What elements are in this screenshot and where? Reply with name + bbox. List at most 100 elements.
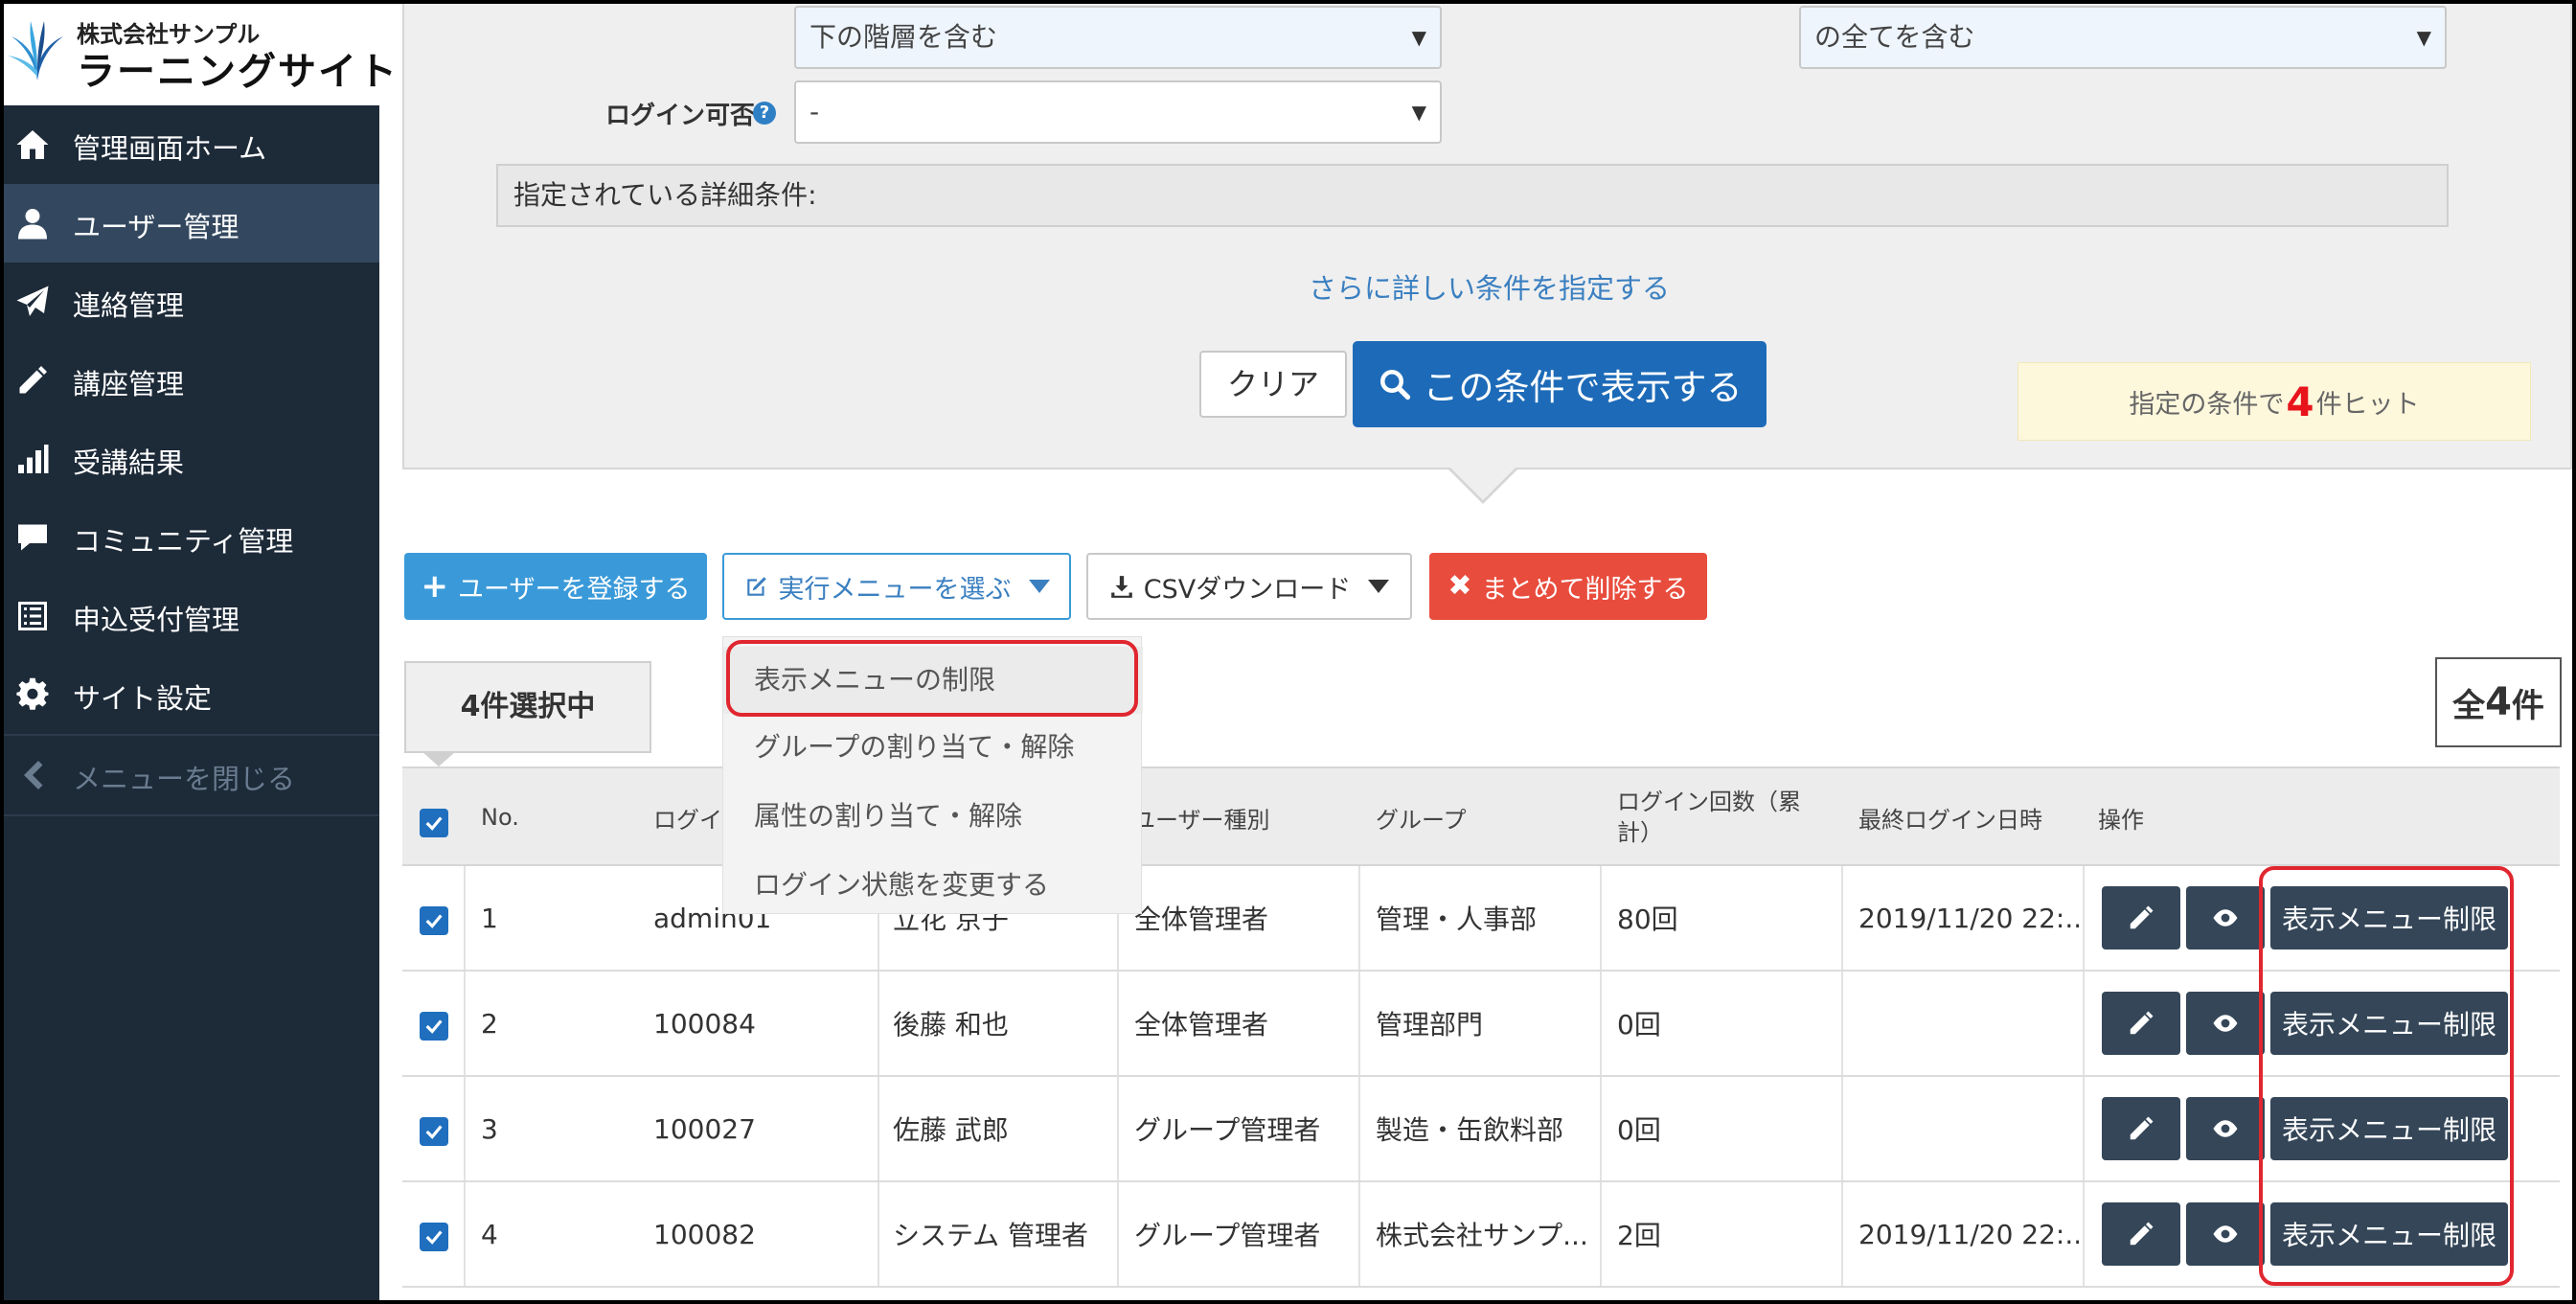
action-menu-dropdown: 表示メニューの制限 グループの割り当て・解除 属性の割り当て・解除 ログイン状態…: [722, 636, 1143, 914]
cell-last-login: [1858, 972, 2079, 1075]
comment-icon: [13, 518, 52, 557]
cell-no: 2: [481, 1007, 498, 1040]
pencil-icon: [2130, 905, 2154, 929]
hit-prefix: 指定の条件で: [2129, 389, 2285, 420]
row-checkbox[interactable]: [420, 1012, 448, 1041]
close-menu-button[interactable]: メニューを閉じる: [0, 736, 379, 814]
hierarchy-select[interactable]: 下の階層を含む ▼: [794, 6, 1442, 69]
bulk-delete-label: まとめて削除する: [1481, 574, 1689, 605]
pencil-icon: [13, 361, 52, 400]
edit-button[interactable]: [2102, 1097, 2180, 1160]
action-menu-label: 実行メニューを選ぶ: [778, 574, 1012, 605]
cell-login-count: 80回: [1617, 904, 1678, 935]
list-icon: [13, 597, 52, 635]
col-no[interactable]: No.: [481, 768, 519, 866]
nav-label: サイト設定: [73, 682, 213, 715]
row-checkbox[interactable]: [420, 1117, 448, 1146]
nav-item-home[interactable]: 管理画面ホーム: [0, 105, 379, 184]
paper-plane-icon: [13, 283, 52, 321]
menu-item-display-restriction[interactable]: 表示メニューの制限: [723, 647, 1143, 714]
edit-button[interactable]: [2102, 992, 2180, 1055]
cell-divider: [1841, 866, 1843, 970]
nav-label: 申込受付管理: [73, 604, 240, 636]
action-menu-button[interactable]: 実行メニューを選ぶ: [722, 553, 1071, 620]
nav-item-results[interactable]: 受講結果: [0, 420, 379, 498]
nav-label: コミュニティ管理: [73, 525, 294, 558]
cell-user-type: 全体管理者: [1134, 1009, 1269, 1041]
dropdown-arrow-icon: ▼: [1411, 101, 1426, 124]
row-checkbox[interactable]: [420, 906, 448, 935]
total-count: 4: [2485, 680, 2512, 724]
cell-name: システム 管理者: [893, 1220, 1089, 1251]
view-button[interactable]: [2186, 886, 2265, 949]
times-icon: ✖: [1448, 569, 1472, 603]
match-select[interactable]: の全てを含む ▼: [1799, 6, 2447, 69]
home-icon: [13, 126, 52, 164]
nav-item-community[interactable]: コミュニティ管理: [0, 498, 379, 577]
col-operations: 操作: [2098, 806, 2144, 834]
col-user-type[interactable]: ユーザー種別: [1132, 768, 1270, 866]
nav-item-courses[interactable]: 講座管理: [0, 341, 379, 420]
dropdown-arrow-icon: ▼: [2416, 26, 2431, 49]
login-permission-value: -: [809, 96, 820, 127]
col-group[interactable]: グループ: [1376, 768, 1467, 866]
sidebar: 株式会社サンプル ラーニングサイト 管理画面ホーム ユーザー管理 連絡管理 講座…: [0, 0, 397, 1304]
pencil-icon: [2130, 1116, 2154, 1140]
menu-item-attribute-assign[interactable]: 属性の割り当て・解除: [723, 783, 1143, 850]
cell-divider: [2083, 1077, 2085, 1180]
cell-no: 4: [481, 1218, 498, 1250]
restrict-menu-button[interactable]: 表示メニュー制限: [2270, 1097, 2508, 1160]
select-all-checkbox[interactable]: [420, 809, 448, 837]
selected-count: 4件選択中: [404, 661, 651, 753]
menu-item-login-status[interactable]: ログイン状態を変更する: [723, 852, 1143, 919]
col-login-count[interactable]: ログイン回数（累計）: [1617, 768, 1818, 866]
edit-button[interactable]: [2102, 886, 2180, 949]
check-icon: [425, 1019, 443, 1034]
site-logo[interactable]: 株式会社サンプル ラーニングサイト: [0, 0, 397, 105]
logo-mark-icon: [8, 21, 63, 80]
help-icon[interactable]: ?: [753, 102, 776, 125]
cell-group: 管理部門: [1376, 1009, 1484, 1041]
restrict-menu-button[interactable]: 表示メニュー制限: [2270, 1202, 2508, 1266]
cell-divider: [1600, 972, 1602, 1075]
row-checkbox[interactable]: [420, 1223, 448, 1251]
panel-caret-inner: [1448, 466, 1517, 500]
nav-item-users[interactable]: ユーザー管理: [0, 184, 379, 263]
cell-divider: [2083, 972, 2085, 1075]
menu-item-group-assign[interactable]: グループの割り当て・解除: [723, 714, 1143, 781]
selected-caret: [422, 751, 456, 766]
cell-divider: [878, 1077, 879, 1180]
csv-download-button[interactable]: CSVダウンロード: [1086, 553, 1412, 620]
pencil-icon: [2130, 1011, 2154, 1035]
view-button[interactable]: [2186, 992, 2265, 1055]
site-name: ラーニングサイト: [77, 50, 399, 94]
restrict-menu-button[interactable]: 表示メニュー制限: [2270, 886, 2508, 949]
nav-item-messages[interactable]: 連絡管理: [0, 263, 379, 341]
total-prefix: 全: [2452, 686, 2486, 725]
view-button[interactable]: [2186, 1202, 2265, 1266]
nav-label: 管理画面ホーム: [73, 132, 267, 165]
restrict-menu-button[interactable]: 表示メニュー制限: [2270, 992, 2508, 1055]
edit-square-icon: [746, 577, 766, 596]
more-conditions-link[interactable]: さらに詳しい条件を指定する: [1309, 266, 1670, 307]
search-button[interactable]: この条件で表示する: [1353, 341, 1767, 427]
view-button[interactable]: [2186, 1097, 2265, 1160]
table-row: 2 100084 後藤 和也 全体管理者 管理部門 0回 表示メニュー制限: [402, 972, 2560, 1077]
caret-down-icon: [1368, 580, 1390, 593]
col-login-id[interactable]: ログイ: [653, 768, 722, 866]
login-permission-select[interactable]: - ▼: [794, 80, 1442, 144]
nav-item-settings[interactable]: サイト設定: [0, 655, 379, 734]
register-user-button[interactable]: + ユーザーを登録する: [404, 553, 707, 620]
cell-divider: [1117, 1182, 1119, 1286]
cell-divider: [2083, 1182, 2085, 1286]
clear-button[interactable]: クリア: [1199, 351, 1347, 418]
cell-divider: [878, 972, 879, 1075]
nav-item-applications[interactable]: 申込受付管理: [0, 577, 379, 655]
edit-button[interactable]: [2102, 1202, 2180, 1266]
pencil-icon: [2130, 1222, 2154, 1246]
check-icon: [425, 1125, 443, 1139]
cell-group: 株式会社サンプ...: [1376, 1220, 1588, 1251]
cell-divider: [464, 972, 466, 1075]
bulk-delete-button[interactable]: ✖ まとめて削除する: [1429, 553, 1707, 620]
col-last-login[interactable]: 最終ログイン日時: [1858, 768, 2042, 866]
